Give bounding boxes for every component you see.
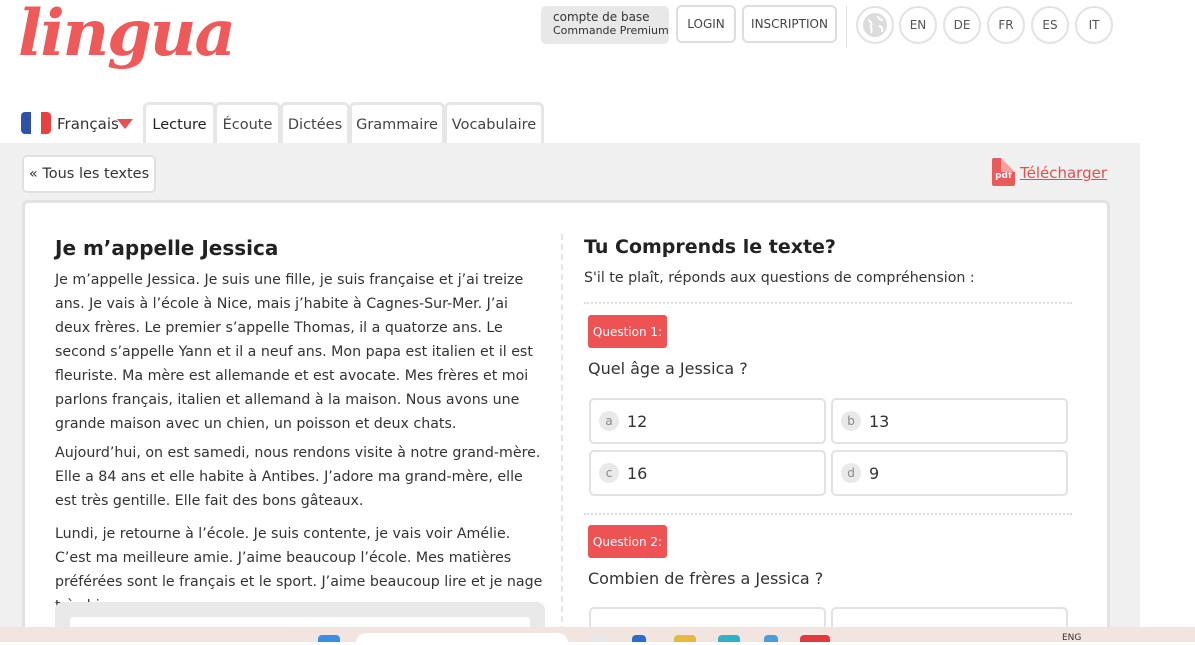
account-plan-button[interactable]: compte de base Commande Premium bbox=[541, 6, 669, 44]
download-link[interactable]: Télécharger bbox=[1020, 164, 1107, 182]
chevron-down-icon[interactable] bbox=[117, 119, 133, 129]
answer-option-b[interactable]: b 13 bbox=[831, 398, 1068, 444]
windows-start-icon[interactable] bbox=[318, 635, 340, 642]
lang-es-button[interactable]: ES bbox=[1031, 6, 1069, 44]
question-2-badge: Question 2: bbox=[588, 525, 667, 558]
french-flag-icon[interactable] bbox=[21, 112, 51, 134]
tab-grammaire[interactable]: Grammaire bbox=[349, 102, 445, 143]
option-value-a: 12 bbox=[627, 411, 648, 431]
account-plan-title: compte de base bbox=[553, 10, 650, 24]
option-value-c: 16 bbox=[627, 463, 648, 483]
quiz-subtitle: S'il te plaît, réponds aux questions de … bbox=[584, 270, 975, 286]
store-icon[interactable] bbox=[764, 635, 778, 642]
column-divider bbox=[561, 234, 563, 642]
all-texts-button[interactable]: « Tous les textes bbox=[22, 155, 156, 193]
premium-order-link: Commande Premium bbox=[553, 24, 669, 37]
quiz-title: Tu Comprends le texte? bbox=[584, 236, 836, 258]
lang-fr-button[interactable]: FR bbox=[987, 6, 1025, 44]
dotted-divider bbox=[584, 302, 1072, 304]
browser-icon[interactable] bbox=[800, 635, 830, 642]
option-value-b: 13 bbox=[869, 411, 890, 431]
header-separator bbox=[846, 6, 847, 48]
folder-icon[interactable] bbox=[674, 635, 696, 642]
option-value-d: 9 bbox=[869, 463, 880, 483]
pdf-icon[interactable]: pdf bbox=[992, 158, 1015, 186]
lang-de-button[interactable]: DE bbox=[943, 6, 981, 44]
edge-icon[interactable] bbox=[632, 635, 646, 642]
paragraph-2: Aujourd’hui, on est samedi, nous rendons… bbox=[55, 445, 541, 509]
paragraph-1: Je m’appelle Jessica. Je suis une fille,… bbox=[55, 272, 533, 432]
question-1-text: Quel âge a Jessica ? bbox=[588, 359, 748, 378]
lang-it-button[interactable]: IT bbox=[1075, 6, 1113, 44]
answer-option-d[interactable]: d 9 bbox=[831, 450, 1068, 496]
text-title: Je m’appelle Jessica bbox=[55, 236, 279, 260]
answer-option-c[interactable]: c 16 bbox=[589, 450, 826, 496]
question-1-badge: Question 1: bbox=[588, 315, 667, 348]
taskview-icon[interactable] bbox=[594, 635, 608, 642]
language-selector[interactable]: Français bbox=[57, 115, 119, 133]
dotted-divider bbox=[584, 513, 1072, 515]
tab-dictees[interactable]: Dictées bbox=[280, 102, 350, 143]
tab-lecture[interactable]: Lecture bbox=[143, 102, 216, 143]
tab-ecoute[interactable]: Écoute bbox=[214, 102, 281, 143]
lang-en-button[interactable]: EN bbox=[899, 6, 937, 44]
globe-icon[interactable] bbox=[856, 6, 894, 44]
question-2-text: Combien de frères a Jessica ? bbox=[588, 569, 824, 588]
option-letter-b: b bbox=[841, 411, 861, 431]
taskbar-search[interactable] bbox=[356, 633, 568, 645]
login-button[interactable]: LOGIN bbox=[676, 5, 736, 43]
option-letter-d: d bbox=[841, 463, 861, 483]
option-letter-c: c bbox=[599, 463, 619, 483]
tab-vocabulaire[interactable]: Vocabulaire bbox=[444, 102, 544, 143]
signup-button[interactable]: INSCRIPTION bbox=[742, 5, 837, 43]
pdf-icon-label: pdf bbox=[995, 171, 1012, 181]
option-letter-a: a bbox=[599, 411, 619, 431]
app-icon[interactable] bbox=[718, 635, 740, 642]
lingua-logo[interactable]: lingua bbox=[18, 2, 236, 66]
answer-option-a[interactable]: a 12 bbox=[589, 398, 826, 444]
